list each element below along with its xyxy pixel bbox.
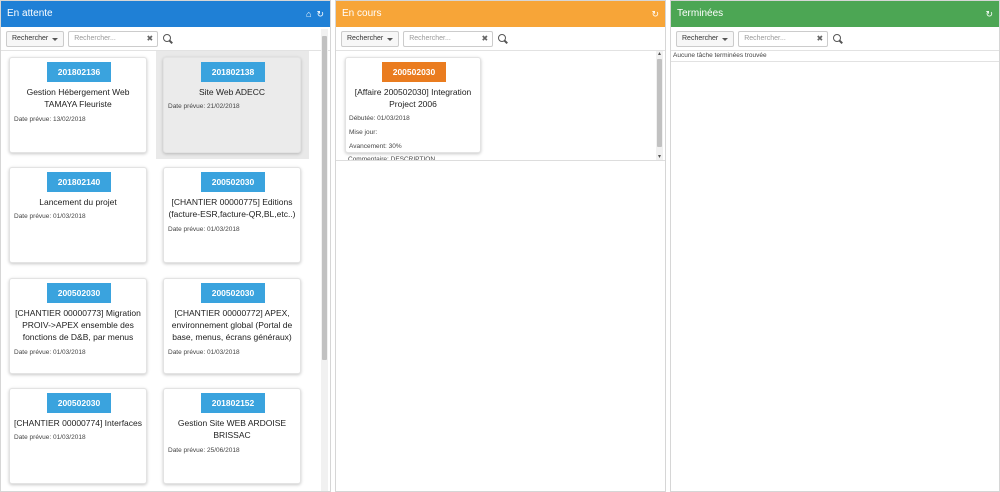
task-id-badge[interactable]: 201802136 — [47, 62, 111, 82]
task-card[interactable]: 201802152 Gestion Site WEB ARDOISE BRISS… — [163, 388, 301, 484]
task-title: [Affaire 200502030] Integration Project … — [354, 87, 472, 109]
search-toolbar: Rechercher Rechercher... ✖ — [676, 31, 843, 47]
panel-header: En cours ↻ — [336, 1, 665, 27]
task-date: Date prévue: 01/03/2018 — [168, 226, 240, 233]
task-card[interactable]: 201802136 Gestion Hébergement Web TAMAYA… — [9, 57, 147, 153]
clear-icon[interactable]: ✖ — [481, 32, 488, 46]
scroll-up-icon[interactable]: ▴ — [656, 51, 663, 57]
panel-title: En cours — [342, 8, 382, 19]
clear-icon[interactable]: ✖ — [146, 32, 153, 46]
scrollbar[interactable]: ▴ ▾ — [656, 51, 663, 160]
search-toolbar: Rechercher Rechercher... ✖ — [341, 31, 508, 47]
search-button-label: Rechercher — [347, 35, 384, 42]
scroll-down-icon[interactable]: ▾ — [656, 154, 663, 160]
task-card[interactable]: 200502030 [CHANTIER 00000772] APEX, envi… — [163, 278, 301, 374]
refresh-icon[interactable]: ↻ — [651, 1, 659, 27]
scrollbar[interactable] — [321, 29, 328, 491]
refresh-icon[interactable]: ↻ — [316, 1, 324, 27]
task-id-badge[interactable]: 200502030 — [382, 62, 446, 82]
chevron-down-icon — [52, 37, 59, 41]
search-button-label: Rechercher — [12, 35, 49, 42]
task-title: Gestion Site WEB ARDOISE BRISSAC — [177, 418, 287, 440]
task-updated: Mise jour: — [349, 129, 378, 136]
task-id-badge[interactable]: 200502030 — [201, 283, 265, 303]
task-date: Date prévue: 01/03/2018 — [14, 349, 86, 356]
task-card[interactable]: 200502030 [Affaire 200502030] Integratio… — [345, 57, 481, 153]
scrollbar-thumb[interactable] — [657, 59, 662, 147]
task-progress: Avancement: 30% — [349, 143, 402, 150]
task-date: Date prévue: 01/03/2018 — [14, 213, 86, 220]
refresh-icon[interactable]: ↻ — [985, 1, 993, 27]
task-card[interactable]: 200502030 [CHANTIER 00000773] Migration … — [9, 278, 147, 374]
task-title: Lancement du projet — [39, 197, 117, 207]
task-id-badge[interactable]: 201802138 — [201, 62, 265, 82]
task-card[interactable]: 201802140 Lancement du projet Date prévu… — [9, 167, 147, 263]
task-date: Date prévue: 01/03/2018 — [14, 434, 86, 441]
task-id-badge[interactable]: 200502030 — [201, 172, 265, 192]
divider — [671, 61, 999, 62]
task-date: Date prévue: 13/02/2018 — [14, 116, 86, 123]
search-icon[interactable] — [163, 34, 173, 44]
search-placeholder: Rechercher... — [409, 35, 451, 42]
scrollbar-thumb[interactable] — [322, 36, 327, 360]
panel-title: En attente — [7, 8, 53, 19]
search-placeholder: Rechercher... — [744, 35, 786, 42]
chevron-down-icon — [387, 37, 394, 41]
search-column-button[interactable]: Rechercher — [341, 31, 400, 47]
task-date: Date prévue: 25/06/2018 — [168, 447, 240, 454]
search-input[interactable]: Rechercher... ✖ — [403, 31, 494, 47]
task-card[interactable]: 200502030 [CHANTIER 00000775] Editions (… — [163, 167, 301, 263]
task-id-badge[interactable]: 201802140 — [47, 172, 111, 192]
search-icon[interactable] — [498, 34, 508, 44]
task-date: Date prévue: 21/02/2018 — [168, 103, 240, 110]
search-placeholder: Rechercher... — [74, 35, 116, 42]
search-column-button[interactable]: Rechercher — [6, 31, 65, 47]
task-card-selected[interactable]: 201802138 Site Web ADECC Date prévue: 21… — [163, 57, 301, 153]
task-title: [CHANTIER 00000774] Interfaces — [13, 418, 143, 428]
empty-message: Aucune tâche terminées trouvée — [673, 52, 767, 59]
task-title: Site Web ADECC — [199, 87, 265, 97]
clear-icon[interactable]: ✖ — [816, 32, 823, 46]
panel-title: Terminées — [677, 8, 724, 19]
task-id-badge[interactable]: 201802152 — [201, 393, 265, 413]
task-date: Date prévue: 01/03/2018 — [168, 349, 240, 356]
search-input[interactable]: Rechercher... ✖ — [738, 31, 829, 47]
home-icon[interactable]: ⌂ — [306, 1, 311, 27]
search-toolbar: Rechercher Rechercher... ✖ — [6, 31, 173, 47]
search-button-label: Rechercher — [682, 35, 719, 42]
divider — [336, 50, 665, 51]
panel-terminees: Terminées ↻ Rechercher Rechercher... ✖ A… — [670, 0, 1000, 492]
task-id-badge[interactable]: 200502030 — [47, 393, 111, 413]
panel-header: Terminées ↻ — [671, 1, 999, 27]
divider — [336, 160, 665, 161]
panel-en-cours: En cours ↻ Rechercher Rechercher... ✖ 20… — [335, 0, 666, 492]
panel-header: En attente ⌂ ↻ — [1, 1, 330, 27]
task-title: [CHANTIER 00000773] Migration PROIV->APE… — [15, 308, 141, 342]
task-started: Débutée: 01/03/2018 — [349, 115, 410, 122]
divider — [671, 50, 999, 51]
search-icon[interactable] — [833, 34, 843, 44]
task-title: Gestion Hébergement Web TAMAYA Fleuriste — [26, 87, 130, 109]
search-column-button[interactable]: Rechercher — [676, 31, 735, 47]
task-card[interactable]: 200502030 [CHANTIER 00000774] Interfaces… — [9, 388, 147, 484]
chevron-down-icon — [722, 37, 729, 41]
search-input[interactable]: Rechercher... ✖ — [68, 31, 159, 47]
task-id-badge[interactable]: 200502030 — [47, 283, 111, 303]
panel-en-attente: En attente ⌂ ↻ Rechercher Rechercher... … — [0, 0, 331, 492]
task-title: [CHANTIER 00000772] APEX, environnement … — [171, 308, 293, 342]
task-title: [CHANTIER 00000775] Editions (facture-ES… — [168, 197, 296, 219]
